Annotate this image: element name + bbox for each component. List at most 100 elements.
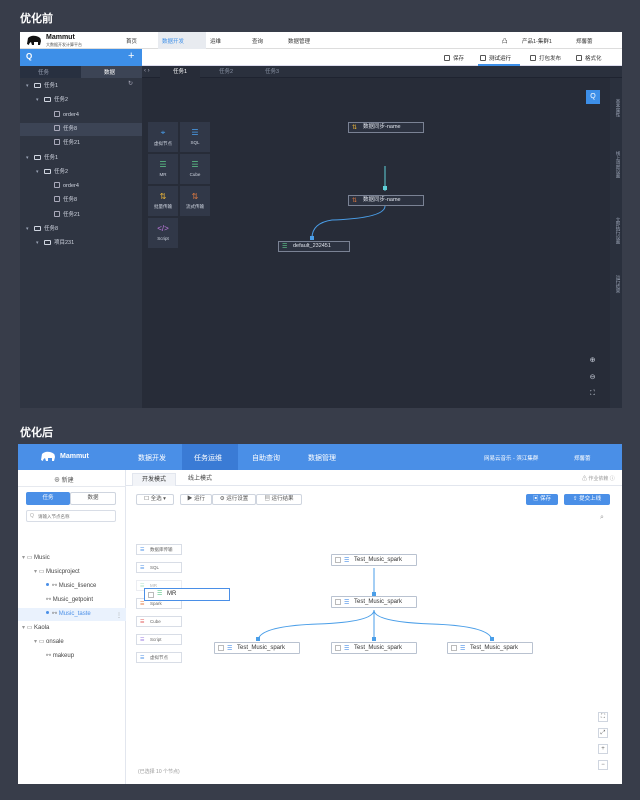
editor-tab-2[interactable]: 任务2	[206, 66, 246, 78]
chevron-down-icon[interactable]: ▾	[26, 223, 34, 236]
zoom-out-icon[interactable]: −	[598, 760, 608, 770]
checkbox-icon[interactable]	[218, 645, 224, 651]
node-icon	[54, 196, 60, 203]
checkbox-icon[interactable]	[335, 645, 341, 651]
zoom-in-icon[interactable]: ⊕	[588, 356, 597, 365]
flow-node[interactable]: ☰ Test_Music_spark	[331, 596, 417, 608]
flow-node-label: Test_Music_spark	[354, 599, 403, 605]
checkbox-icon[interactable]	[451, 645, 457, 651]
fit-screen-icon[interactable]: ⤢	[598, 728, 608, 738]
nav-ops[interactable]: 运维	[210, 37, 221, 45]
checkbox-icon[interactable]	[335, 599, 341, 605]
flow-node-label: Test_Music_spark	[354, 645, 403, 651]
tree-item[interactable]: 任务8	[20, 122, 142, 136]
user-menu[interactable]: 郑馨蕾	[576, 37, 593, 45]
refresh-icon[interactable]: ↻	[128, 80, 133, 87]
flow-node[interactable]: ☰ Test_Music_spark	[447, 642, 533, 654]
publish-icon	[530, 55, 536, 61]
format-button[interactable]: 格式化	[576, 54, 602, 62]
tree-item-label: 任务21	[63, 211, 81, 218]
editor-tabs: ‹ › 任务1 任务2 任务3	[142, 66, 622, 78]
test-run-button[interactable]: 测试运行	[480, 54, 511, 62]
tree-item[interactable]: ▾ 任务8	[20, 223, 142, 236]
left-tabs: 任务 数据	[20, 66, 142, 78]
save-button[interactable]: 保存	[444, 54, 464, 62]
vtab-basic[interactable]: 基本属性	[611, 88, 621, 128]
database-icon: ☰	[227, 646, 233, 652]
editor-tab-3[interactable]: 任务3	[252, 66, 292, 78]
selection-status: (已选择 10 个节点)	[138, 769, 180, 775]
tree-item-label: 任务1	[44, 154, 59, 161]
vtab-result[interactable]: 运行结果	[611, 266, 621, 302]
before-label: 优化前	[20, 13, 53, 25]
tree-item[interactable]: 任务21	[20, 137, 142, 150]
zoom-in-icon[interactable]: +	[598, 744, 608, 754]
flow-node-label: Test_Music_spark	[354, 557, 403, 563]
vtab-exec[interactable]: 立即执行设置	[611, 200, 621, 260]
flow-node[interactable]: ☰ Test_Music_spark	[331, 554, 417, 566]
before-screenshot: Mammut 大数据开发计算平台 首页 数据开发 运维 查询 数据管理 凸 产品…	[20, 32, 622, 408]
tree-item[interactable]: 任务21	[20, 209, 142, 222]
fullscreen-icon[interactable]: ⛶	[598, 712, 608, 722]
bell-icon[interactable]: 凸	[502, 37, 508, 45]
editor-tab-1[interactable]: 任务1	[160, 66, 200, 78]
tree-item[interactable]: 任务8	[20, 194, 142, 207]
flow-node[interactable]: ☰ Test_Music_spark	[331, 642, 417, 654]
flow-node-label: Test_Music_spark	[237, 645, 286, 651]
checkbox-icon[interactable]	[335, 557, 341, 563]
database-icon: ☰	[344, 558, 350, 564]
tree-item-label: 任务2	[54, 168, 69, 175]
nav-data-mgmt[interactable]: 数据管理	[288, 37, 310, 45]
tree-item[interactable]: ▾ 项目231	[20, 237, 142, 250]
logo[interactable]: Mammut 大数据开发计算平台	[26, 34, 106, 47]
tree-item-label: order4	[63, 111, 79, 118]
canvas-search-button[interactable]: Q	[586, 90, 600, 104]
format-icon	[576, 55, 582, 61]
flow-edges	[256, 568, 494, 641]
tree-item[interactable]: order4	[20, 109, 142, 122]
publish-button[interactable]: 打包发布	[530, 54, 561, 62]
flow-node[interactable]: ☰ Test_Music_spark	[214, 642, 300, 654]
project-selector[interactable]: 产品1-集群1	[522, 37, 552, 45]
flow-node-sync-1[interactable]: ⇅ 数据同步-name	[348, 122, 424, 133]
format-label: 格式化	[585, 56, 602, 62]
fit-screen-icon[interactable]: ⛶	[588, 389, 597, 398]
zoom-out-icon[interactable]: ⊖	[588, 373, 597, 382]
flow-node-sync-2[interactable]: ⇅ 数据同步-name	[348, 195, 424, 206]
tree-item-label: order4	[63, 183, 79, 190]
tree-item[interactable]: ▾ 任务2	[20, 94, 142, 107]
tree-item[interactable]: order4	[20, 180, 142, 193]
tree-item-label: 任务1	[44, 83, 59, 89]
add-icon[interactable]: +	[128, 50, 134, 62]
flow-node-label: default_232451	[293, 243, 331, 249]
chevron-down-icon[interactable]: ▾	[26, 152, 34, 165]
vtab-schedule[interactable]: 线上调度设置	[611, 134, 621, 194]
tree-item[interactable]: ▾ 任务2	[20, 166, 142, 179]
flow-node-default[interactable]: ☰ default_232451	[278, 241, 350, 252]
tree-item[interactable]: ▾ 任务1	[20, 80, 142, 93]
nav-home[interactable]: 首页	[126, 37, 137, 45]
sync-icon: ⇅	[352, 198, 358, 204]
nav-data-dev[interactable]: 数据开发	[162, 37, 184, 45]
chevron-down-icon[interactable]: ▾	[36, 237, 44, 250]
tree-item-label: 任务2	[54, 97, 69, 104]
chevron-down-icon[interactable]: ▾	[36, 94, 44, 107]
node-icon	[54, 182, 60, 189]
publish-label: 打包发布	[539, 56, 562, 62]
node-icon	[54, 139, 60, 146]
node-icon	[54, 110, 60, 117]
tab-tasks[interactable]: 任务	[38, 68, 49, 76]
nav-query[interactable]: 查询	[252, 37, 263, 45]
tab-data[interactable]: 数据	[104, 68, 115, 76]
chevron-down-icon[interactable]: ▾	[26, 80, 34, 93]
tree-item-label: 项目231	[54, 240, 75, 247]
tab-scroll-icon[interactable]: ‹ ›	[144, 68, 150, 74]
test-run-label: 测试运行	[489, 56, 512, 62]
chevron-down-icon[interactable]: ▾	[36, 166, 44, 179]
search-icon[interactable]: Q	[26, 52, 32, 61]
database-icon: ☰	[344, 646, 350, 652]
search-bar: Q +	[20, 49, 142, 66]
folder-icon	[34, 154, 41, 160]
flow-node-label: Test_Music_spark	[470, 645, 519, 651]
tree-item[interactable]: ▾ 任务1	[20, 152, 142, 165]
